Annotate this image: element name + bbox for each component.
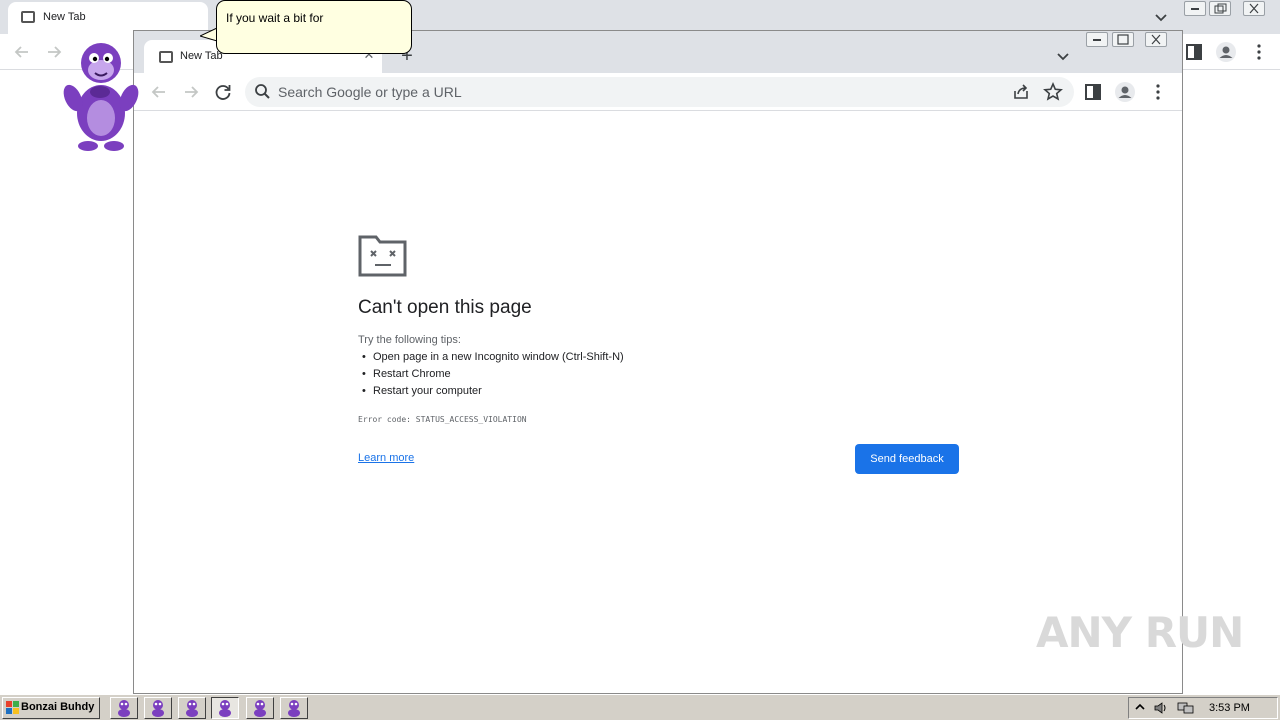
- bonzi-icon: [186, 700, 198, 717]
- bonzi-speech-bubble: If you wait a bit for: [216, 0, 412, 54]
- start-button[interactable]: Bonzai Buhdy: [2, 697, 100, 719]
- speaker-icon[interactable]: [1153, 701, 1169, 715]
- back-tabstrip: New Tab: [0, 0, 1280, 34]
- reload-icon[interactable]: [212, 81, 234, 103]
- taskbar-item-bonzi[interactable]: [144, 697, 172, 719]
- send-feedback-button[interactable]: Send feedback: [855, 444, 959, 474]
- bonzi-icon: [118, 700, 130, 717]
- taskbar-item-bonzi[interactable]: [178, 697, 206, 719]
- taskbar: Bonzai Buhdy 3:53 PM: [0, 694, 1280, 720]
- forward-arrow-icon[interactable]: [180, 81, 202, 103]
- network-icon[interactable]: [1177, 701, 1195, 715]
- bonzi-icon: [288, 700, 300, 717]
- maximize-button[interactable]: [1112, 32, 1134, 47]
- taskbar-item-bonzi[interactable]: [110, 697, 138, 719]
- back-tab-title: New Tab: [43, 11, 86, 23]
- sad-page-favicon-icon: [159, 51, 173, 63]
- bonzi-icon: [152, 700, 164, 717]
- menu-icon[interactable]: [1147, 81, 1169, 103]
- taskbar-item-bonzi[interactable]: [246, 697, 274, 719]
- menu-icon[interactable]: [1248, 41, 1270, 63]
- taskbar-item-bonzi[interactable]: [280, 697, 308, 719]
- minimize-button[interactable]: [1184, 1, 1206, 16]
- error-tips-intro: Try the following tips:: [358, 334, 461, 346]
- anyrun-watermark: ANY RUN: [1036, 608, 1244, 657]
- front-tab-title: New Tab: [180, 50, 223, 62]
- search-icon: [255, 84, 270, 99]
- close-button[interactable]: [1145, 32, 1167, 47]
- back-arrow-icon[interactable]: [148, 81, 170, 103]
- share-icon[interactable]: [1010, 81, 1032, 103]
- bonzi-icon: [254, 700, 266, 717]
- sad-folder-icon: [358, 235, 407, 277]
- chevron-down-icon[interactable]: [1054, 47, 1072, 65]
- front-browser-window: New Tab ✕ + Search Google or type a URL …: [133, 30, 1183, 694]
- learn-more-link[interactable]: Learn more: [358, 452, 414, 464]
- bonzi-character[interactable]: [58, 38, 144, 154]
- error-code: Error code: STATUS_ACCESS_VIOLATION: [358, 415, 527, 424]
- error-tip: Restart Chrome: [362, 366, 624, 383]
- error-tip: Open page in a new Incognito window (Ctr…: [362, 349, 624, 366]
- chevron-up-icon[interactable]: [1133, 701, 1147, 715]
- omnibox[interactable]: [245, 77, 1074, 107]
- profile-icon[interactable]: [1114, 81, 1136, 103]
- clock[interactable]: 3:53 PM: [1209, 702, 1250, 714]
- bonzi-icon: [219, 700, 231, 717]
- chevron-down-icon[interactable]: [1152, 8, 1170, 26]
- profile-icon[interactable]: [1215, 41, 1237, 63]
- error-title: Can't open this page: [358, 297, 532, 318]
- star-icon[interactable]: [1042, 81, 1064, 103]
- side-panel-icon[interactable]: [1082, 81, 1104, 103]
- error-tip: Restart your computer: [362, 383, 624, 400]
- sad-page-favicon-icon: [21, 11, 35, 23]
- minimize-button[interactable]: [1086, 32, 1108, 47]
- close-button[interactable]: [1243, 1, 1265, 16]
- omnibox-input[interactable]: [278, 83, 978, 101]
- taskbar-item-bonzi-active[interactable]: [211, 697, 239, 719]
- back-arrow-icon[interactable]: [11, 41, 33, 63]
- windows-logo-icon: [6, 701, 19, 714]
- restore-button[interactable]: [1209, 1, 1231, 16]
- side-panel-icon[interactable]: [1183, 41, 1205, 63]
- start-button-label: Bonzai Buhdy: [21, 701, 95, 713]
- system-tray: 3:53 PM: [1128, 697, 1278, 719]
- front-toolbar: [134, 73, 1182, 111]
- error-tips-list: Open page in a new Incognito window (Ctr…: [362, 349, 624, 400]
